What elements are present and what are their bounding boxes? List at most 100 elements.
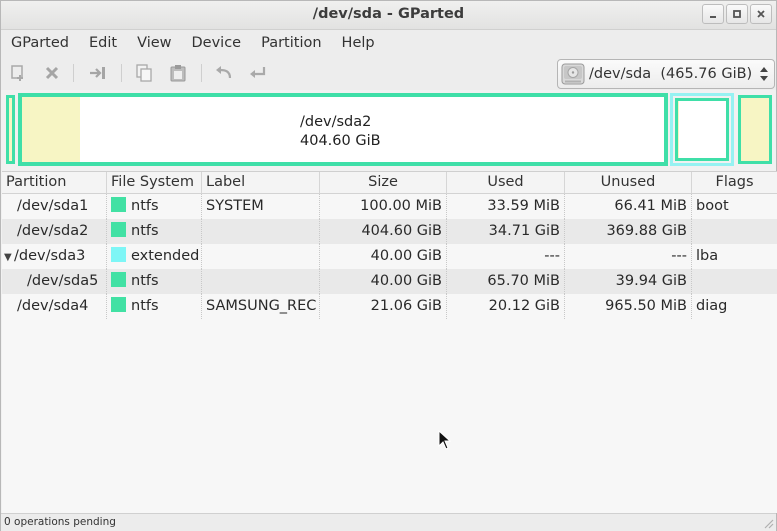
paste-icon: [170, 65, 186, 82]
cell-filesystem: ntfs: [107, 219, 202, 244]
cell-unused: 965.50 MiB: [565, 294, 692, 319]
cell-flags: [692, 269, 777, 294]
table-header: Partition File System Label Size Used Un…: [2, 172, 777, 194]
paste-button[interactable]: [167, 62, 189, 84]
filesystem-color-swatch: [111, 247, 126, 262]
status-bar: 0 operations pending: [1, 513, 776, 531]
column-header-flags[interactable]: Flags: [692, 172, 777, 194]
diskmap-sda5[interactable]: [675, 98, 729, 161]
cell-flags: [692, 219, 777, 244]
partition-table[interactable]: Partition File System Label Size Used Un…: [2, 171, 777, 513]
cell-partition: ▼/dev/sda3: [2, 244, 107, 269]
cell-size: 40.00 GiB: [320, 269, 447, 294]
cell-partition: /dev/sda1: [2, 194, 107, 219]
maximize-icon: [733, 10, 741, 18]
cell-used: 65.70 MiB: [447, 269, 565, 294]
cell-partition: /dev/sda4: [2, 294, 107, 319]
apply-button[interactable]: [247, 62, 269, 84]
table-row[interactable]: /dev/sda1 ntfs SYSTEM 100.00 MiB 33.59 M…: [2, 194, 777, 219]
delete-partition-button[interactable]: [41, 62, 63, 84]
expander-arrow-icon[interactable]: ▼: [4, 245, 14, 269]
resize-move-button[interactable]: [87, 62, 109, 84]
menu-bar: GParted Edit View Device Partition Help: [1, 30, 776, 56]
table-row[interactable]: /dev/sda5 ntfs 40.00 GiB 65.70 MiB 39.94…: [2, 269, 777, 294]
cell-size: 40.00 GiB: [320, 244, 447, 269]
menu-view[interactable]: View: [127, 30, 181, 56]
cell-label: [202, 219, 320, 244]
column-header-unused[interactable]: Unused: [565, 172, 692, 194]
diskmap-used-space: [741, 98, 769, 161]
menu-edit[interactable]: Edit: [79, 30, 127, 56]
column-header-label[interactable]: Label: [202, 172, 320, 194]
filesystem-color-swatch: [111, 197, 126, 212]
table-row[interactable]: /dev/sda4 ntfs SAMSUNG_REC 21.06 GiB 20.…: [2, 294, 777, 319]
cell-unused: ---: [565, 244, 692, 269]
cell-flags: lba: [696, 248, 719, 264]
delete-icon: [45, 66, 59, 80]
diskmap-sda2-selected[interactable]: /dev/sda2 404.60 GiB: [19, 94, 667, 165]
column-header-filesystem[interactable]: File System: [107, 172, 202, 194]
cell-unused: 39.94 GiB: [565, 269, 692, 294]
resize-move-icon: [90, 67, 105, 79]
cell-label: [202, 269, 320, 294]
close-button[interactable]: [750, 4, 772, 24]
cell-partition: /dev/sda2: [2, 219, 107, 244]
cell-unused: 66.41 MiB: [565, 194, 692, 219]
cell-label: SAMSUNG_REC: [202, 294, 320, 319]
copy-icon: [136, 64, 152, 82]
apply-icon: [250, 67, 266, 78]
hard-disk-icon: [561, 63, 585, 85]
column-header-used[interactable]: Used: [447, 172, 565, 194]
device-selector[interactable]: /dev/sda (465.76 GiB): [557, 59, 775, 89]
operations-pending-status: 0 operations pending: [4, 516, 116, 528]
cell-used: ---: [447, 244, 565, 269]
diskmap-used-space: [678, 101, 679, 158]
cell-label: SYSTEM: [202, 194, 320, 219]
toolbar-separator: [121, 64, 122, 82]
menu-partition[interactable]: Partition: [251, 30, 331, 56]
diskmap-sda1[interactable]: [6, 95, 15, 164]
column-header-partition[interactable]: Partition: [2, 172, 107, 194]
resize-grip-icon[interactable]: [762, 517, 774, 529]
diskmap-sda4[interactable]: [738, 95, 772, 164]
close-icon: [757, 10, 765, 18]
minimize-button[interactable]: [702, 4, 724, 24]
device-selector-label: /dev/sda (465.76 GiB): [589, 66, 753, 82]
cell-size: 100.00 MiB: [320, 194, 447, 219]
diskmap-partition-size: 404.60 GiB: [300, 133, 381, 149]
cell-used: 34.71 GiB: [447, 219, 565, 244]
cell-size: 404.60 GiB: [320, 219, 447, 244]
menu-device[interactable]: Device: [182, 30, 252, 56]
column-header-size[interactable]: Size: [320, 172, 447, 194]
copy-button[interactable]: [133, 62, 155, 84]
disk-map: /dev/sda2 404.60 GiB: [5, 93, 773, 167]
maximize-button[interactable]: [726, 4, 748, 24]
menu-help[interactable]: Help: [332, 30, 385, 56]
diskmap-used-space: [9, 98, 12, 161]
mouse-cursor-icon: [438, 430, 452, 450]
cell-partition: /dev/sda5: [2, 269, 107, 294]
toolbar-separator: [201, 64, 202, 82]
cell-flags: boot: [696, 198, 729, 214]
new-partition-button[interactable]: [7, 62, 29, 84]
diskmap-used-space: [22, 97, 80, 162]
table-row[interactable]: /dev/sda2 ntfs 404.60 GiB 34.71 GiB 369.…: [2, 219, 777, 244]
cell-unused: 369.88 GiB: [565, 219, 692, 244]
title-bar[interactable]: /dev/sda - GParted: [1, 1, 776, 30]
undo-icon: [216, 66, 232, 79]
diskmap-sda3-extended[interactable]: [670, 93, 734, 166]
filesystem-color-swatch: [111, 222, 126, 237]
filesystem-color-swatch: [111, 272, 126, 287]
undo-button[interactable]: [213, 62, 235, 84]
cell-size: 21.06 GiB: [320, 294, 447, 319]
gparted-window: /dev/sda - GParted GParted Edit View Dev…: [0, 0, 777, 531]
up-down-arrows-icon: [760, 67, 768, 81]
diskmap-selected-info: /dev/sda2 404.60 GiB: [300, 113, 381, 151]
table-row[interactable]: ▼/dev/sda3 extended 40.00 GiB --- --- lb…: [2, 244, 777, 269]
menu-gparted[interactable]: GParted: [1, 30, 79, 56]
new-partition-icon: [11, 65, 23, 81]
cell-filesystem: ntfs: [107, 294, 202, 319]
cell-used: 33.59 MiB: [447, 194, 565, 219]
minimize-icon: [710, 16, 716, 18]
cell-label: [202, 244, 320, 269]
